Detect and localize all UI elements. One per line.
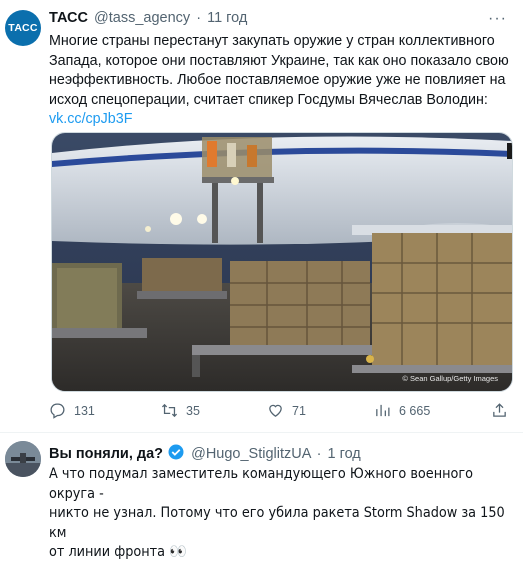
tweet-header: ТАСС @tass_agency · 11 год [49,10,247,26]
tweet-text: А что подумал заместитель командующего Ю… [49,465,514,563]
reply-icon [50,403,65,419]
author-name[interactable]: ТАСС [49,10,88,26]
verified-badge-icon [168,444,184,460]
tass-avatar[interactable]: ТАСС [5,10,41,46]
retweet-button[interactable]: 35 [161,402,200,419]
tweet-text-line: Запада, которое они поставляют Украине, … [49,52,509,69]
retweet-count: 35 [186,403,200,418]
author-name[interactable]: Вы поняли, да? [49,446,163,462]
tweet-text-line: никто не узнал. Потому что его убила рак… [49,505,505,541]
heart-icon [269,404,282,417]
avatar-logo-text: ТАСС [8,22,38,34]
tweet-photo[interactable]: © Sean Gallup/Getty Images [51,132,513,392]
more-options-icon[interactable]: ··· [488,10,507,28]
views-count: 6 665 [399,403,431,418]
tweet-text-line: Многие страны перестанут закупать оружие… [49,33,495,49]
tweet-text: Многие страны перестанут закупать оружие… [49,32,514,130]
tweet-text-line: неэффективность. Любое поставляемое оруж… [49,72,506,88]
tweet-actions: 131 35 71 6 665 [49,402,509,424]
user-avatar[interactable] [5,441,41,477]
views-chart-icon [376,404,390,417]
tweet-text-line: от линии фронта 👀 [49,544,187,560]
like-button[interactable]: 71 [267,402,306,419]
cargo-unloading-photo [52,133,512,391]
separator-dot: · [316,446,322,462]
tweet-text-line: исход спецоперации, считает спикер Госду… [49,91,488,108]
retweet-icon [161,403,178,418]
tweet-link[interactable]: vk.cc/cpJb3F [49,111,132,127]
separator-dot: · [196,10,202,26]
like-count: 71 [292,403,306,418]
tweet-header: Вы поняли, да? @Hugo_StiglitzUA · 1 год [49,443,361,462]
tweet-time[interactable]: 11 год [207,10,247,26]
share-button[interactable] [491,402,508,419]
tweet-tass[interactable]: ТАСС ТАСС @tass_agency · 11 год ··· Мног… [0,0,523,432]
tweet-text-line: А что подумал заместитель командующего Ю… [49,466,474,502]
reply-count: 131 [74,403,95,418]
share-icon [493,403,506,417]
views-button[interactable]: 6 665 [374,402,430,419]
tweet-time[interactable]: 1 год [328,446,361,462]
reply-button[interactable]: 131 [49,402,95,419]
tweet-reply[interactable]: Вы поняли, да? @Hugo_StiglitzUA · 1 год … [0,432,523,560]
author-handle[interactable]: @Hugo_StiglitzUA [191,446,311,462]
drone-photo-icon [5,441,41,477]
photo-credit: © Sean Gallup/Getty Images [402,374,498,383]
author-handle[interactable]: @tass_agency [94,10,190,26]
